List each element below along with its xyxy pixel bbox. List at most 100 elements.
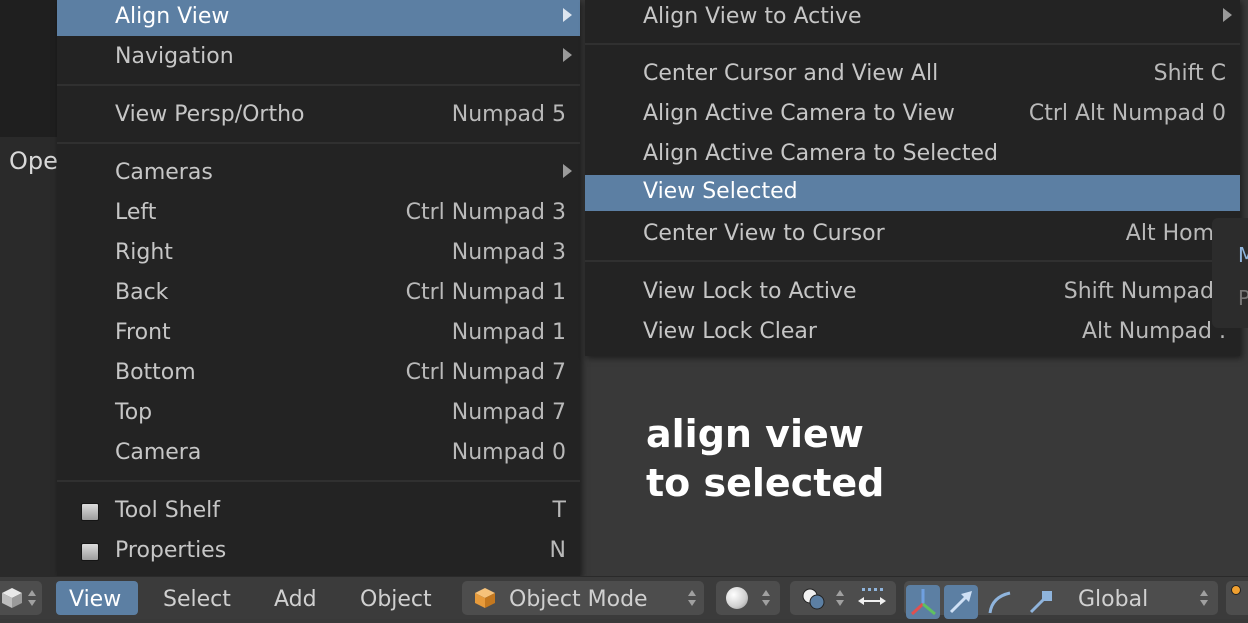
menu-item-back[interactable]: Back Ctrl Numpad 1	[57, 276, 580, 312]
menu-item-top[interactable]: Top Numpad 7	[57, 396, 580, 432]
menu-item-label: Right	[115, 240, 173, 265]
menu-item-shortcut: T	[552, 498, 566, 523]
menu-item-shortcut: Numpad 3	[451, 240, 566, 265]
menu-separator	[57, 142, 580, 144]
submenu-arrow-icon	[563, 164, 572, 178]
menu-item-front[interactable]: Front Numpad 1	[57, 316, 580, 352]
menu-item-label: View Lock to Active	[643, 279, 857, 304]
manipulator-toggle[interactable]	[906, 585, 940, 619]
menu-item-left[interactable]: Left Ctrl Numpad 3	[57, 196, 580, 232]
submenu-arrow-icon	[563, 48, 572, 62]
menu-item-shortcut: N	[549, 538, 566, 563]
menu-item-label: Align Active Camera to Selected	[643, 141, 998, 166]
orientation-selector-label[interactable]: Global	[1078, 587, 1148, 612]
editor-type-selector[interactable]	[0, 581, 42, 615]
manipulator-axes-icon	[910, 589, 936, 616]
scale-toggle[interactable]	[1024, 585, 1058, 619]
menu-item-shortcut: Numpad 0	[451, 440, 566, 465]
menu-item-align-view-to-active[interactable]: Align View to Active	[585, 0, 1240, 36]
menu-item-view-lock-clear[interactable]: View Lock Clear Alt Numpad .	[585, 315, 1240, 351]
menu-item-shortcut: Numpad 7	[451, 400, 566, 425]
menu-item-align-active-camera-to-view[interactable]: Align Active Camera to View Ctrl Alt Num…	[585, 97, 1240, 133]
menu-item-center-view-to-cursor[interactable]: Center View to Cursor Alt Hom	[585, 217, 1240, 253]
side-panel-tab-m[interactable]: M	[1238, 243, 1248, 267]
object-cube-icon	[475, 588, 495, 608]
menu-item-label: Back	[115, 280, 169, 305]
layers-widget[interactable]	[1226, 581, 1248, 615]
menu-item-properties[interactable]: Properties N	[57, 534, 580, 570]
menu-item-shortcut: Shift Numpad	[1063, 279, 1214, 304]
pivot-icon[interactable]	[800, 587, 828, 611]
menu-item-label: Align Active Camera to View	[643, 101, 955, 126]
header-menu-label: Add	[274, 587, 317, 612]
menu-item-center-cursor-view-all[interactable]: Center Cursor and View All Shift C	[585, 57, 1240, 93]
menu-item-label: Top	[115, 400, 153, 425]
updown-arrows-icon	[836, 588, 844, 608]
menu-item-label: View Selected	[643, 179, 798, 204]
menu-item-bottom[interactable]: Bottom Ctrl Numpad 7	[57, 356, 580, 392]
header-menu-view[interactable]: View	[56, 581, 138, 615]
updown-arrows-icon	[28, 588, 36, 608]
menu-item-right[interactable]: Right Numpad 3	[57, 236, 580, 272]
menu-item-shortcut: Ctrl Numpad 1	[405, 280, 566, 305]
manipulator-group: Global	[904, 581, 1218, 619]
menu-item-label: Center View to Cursor	[643, 221, 885, 246]
annotation-caption: align view to selected	[646, 410, 884, 508]
left-region-upper	[0, 0, 57, 137]
snap-icon[interactable]	[856, 585, 888, 613]
menu-item-cameras[interactable]: Cameras	[57, 156, 580, 192]
pivot-snap-group	[790, 581, 896, 615]
mode-selector[interactable]: Object Mode	[462, 581, 704, 615]
updown-arrows-icon	[762, 588, 770, 608]
menu-item-label: Align View to Active	[643, 4, 862, 29]
align-view-submenu: Align View to Active Center Cursor and V…	[585, 0, 1240, 356]
menu-item-shortcut: Ctrl Numpad 7	[405, 360, 566, 385]
menu-item-label: Front	[115, 320, 171, 345]
menu-item-align-view[interactable]: Align View	[57, 0, 580, 36]
submenu-arrow-icon	[563, 8, 572, 22]
viewport-shading-selector[interactable]	[716, 581, 780, 615]
menu-item-shortcut: Alt Numpad .	[1081, 319, 1226, 344]
header-menu-label: Object	[360, 587, 432, 612]
submenu-arrow-icon	[1223, 8, 1232, 22]
active-layer-dot-icon	[1231, 585, 1241, 595]
menu-item-label: Camera	[115, 440, 202, 465]
menu-item-navigation[interactable]: Navigation	[57, 40, 580, 76]
menu-item-label: Cameras	[115, 160, 213, 185]
menu-item-label: Center Cursor and View All	[643, 61, 939, 86]
menu-item-view-lock-to-active[interactable]: View Lock to Active Shift Numpad	[585, 275, 1240, 311]
side-panel-edge	[1212, 218, 1248, 328]
menu-separator	[585, 260, 1240, 262]
view3d-header: View Select Add Object Object Mode Globa…	[0, 576, 1248, 619]
rotate-toggle[interactable]	[984, 585, 1018, 619]
menu-item-shortcut: Ctrl Alt Numpad 0	[1028, 101, 1226, 126]
header-menu-label: View	[69, 587, 122, 612]
menu-item-align-active-camera-to-selected[interactable]: Align Active Camera to Selected	[585, 137, 1240, 173]
menu-item-label: View Lock Clear	[643, 319, 817, 344]
menu-item-shortcut: Numpad 5	[451, 102, 566, 127]
menu-item-label: View Persp/Ortho	[115, 102, 305, 127]
operator-panel-label[interactable]: Ope	[9, 147, 58, 175]
menu-item-label: Left	[115, 200, 157, 225]
properties-checkbox[interactable]	[81, 543, 99, 561]
menu-separator	[57, 84, 580, 86]
tool-shelf-checkbox[interactable]	[81, 503, 99, 521]
menu-item-shortcut: Alt Hom	[1125, 221, 1214, 246]
menu-item-shortcut: Shift C	[1153, 61, 1226, 86]
menu-item-view-selected[interactable]: View Selected	[585, 175, 1240, 211]
menu-item-label: Tool Shelf	[115, 498, 221, 523]
translate-arrow-icon	[949, 591, 972, 614]
mode-selector-label: Object Mode	[509, 587, 648, 612]
menu-separator	[57, 480, 580, 482]
menu-item-camera[interactable]: Camera Numpad 0	[57, 436, 580, 472]
menu-separator	[585, 43, 1240, 45]
translate-toggle[interactable]	[944, 585, 978, 619]
side-panel-tab-p[interactable]: P	[1238, 286, 1248, 310]
menu-item-tool-shelf[interactable]: Tool Shelf T	[57, 494, 580, 530]
scale-icon	[1029, 591, 1052, 614]
rotate-icon	[988, 591, 1011, 614]
annotation-line-2: to selected	[646, 461, 885, 505]
menu-item-view-persp-ortho[interactable]: View Persp/Ortho Numpad 5	[57, 98, 580, 134]
menu-item-shortcut: Ctrl Numpad 3	[405, 200, 566, 225]
updown-arrows-icon	[1200, 588, 1208, 608]
